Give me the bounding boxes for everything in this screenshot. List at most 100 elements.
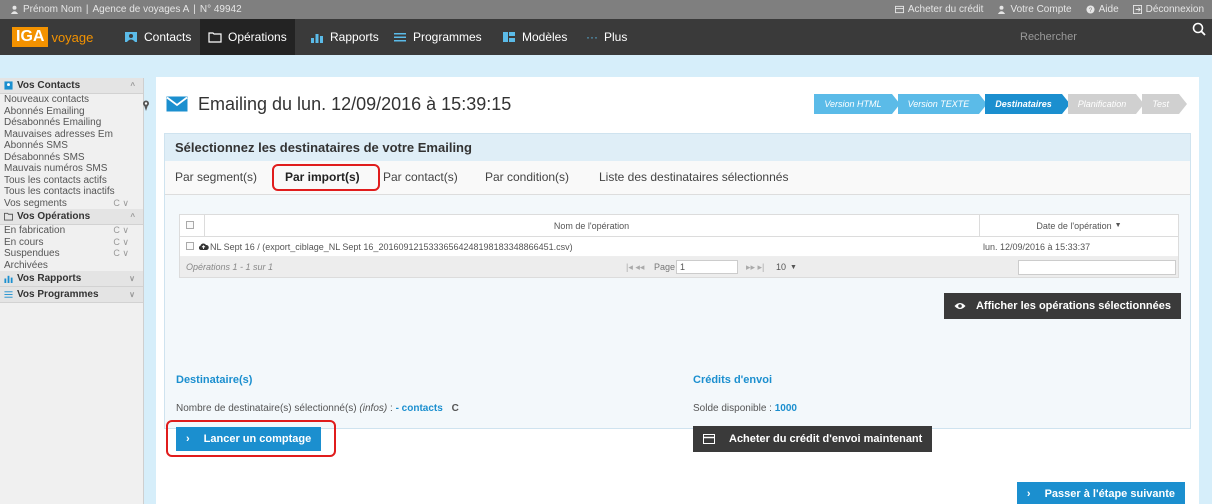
sidebar-item[interactable]: Désabonnés Emailing	[0, 117, 143, 129]
more-icon: ···	[586, 30, 598, 44]
refresh-chevron-icon[interactable]: C ∨	[113, 225, 129, 237]
sidebar-item-segments[interactable]: Vos segments C ∨	[0, 198, 143, 210]
sidebar-item-label: En fabrication	[4, 225, 66, 236]
sidebar-item[interactable]: Nouveaux contacts	[0, 94, 143, 106]
refresh-chevron-icon[interactable]: C ∨	[113, 237, 129, 249]
nav-plus[interactable]: ··· Plus	[578, 19, 635, 55]
selection-header: Sélectionnez les destinataires de votre …	[165, 134, 1190, 161]
nav-modeles[interactable]: Modèles	[494, 19, 575, 55]
user-info: Prénom Nom | Agence de voyages A | N° 49…	[10, 4, 242, 15]
sidebar-rapports-header[interactable]: Vos Rapports ∨	[0, 271, 143, 287]
tab-contacts[interactable]: Par contact(s)	[383, 170, 458, 184]
pin-icon[interactable]	[142, 100, 150, 111]
step-planning: Planification	[1067, 94, 1144, 114]
sidebar-item[interactable]: En cours C ∨	[0, 237, 143, 249]
select-all-checkbox[interactable]	[186, 221, 194, 229]
sidebar-item[interactable]: Mauvaises adresses Em	[0, 129, 143, 141]
tab-conditions[interactable]: Par condition(s)	[485, 170, 569, 184]
bar-chart-icon	[311, 34, 323, 43]
top-bar: Prénom Nom | Agence de voyages A | N° 49…	[0, 0, 1212, 19]
folder-icon	[208, 32, 222, 43]
step-test: Test	[1142, 94, 1187, 114]
svg-text:?: ?	[1088, 7, 1092, 14]
nav-rapports-label: Rapports	[330, 30, 379, 44]
logo[interactable]: IGA voyage	[12, 27, 93, 47]
page-number[interactable]: 1	[676, 260, 738, 274]
per-page-value: 10	[776, 262, 787, 272]
table-row[interactable]: NL Sept 16 / (export_ciblage_NL Sept 16_…	[180, 237, 1178, 257]
refresh-chevron-icon[interactable]: C ∨	[113, 248, 129, 260]
buy-credit-link[interactable]: Acheter du crédit	[894, 4, 983, 15]
sidebar-item[interactable]: Archivées	[0, 260, 143, 272]
contacts-count-link[interactable]: - contacts	[396, 403, 443, 414]
nav-rapports[interactable]: Rapports	[302, 19, 387, 55]
sidebar-programmes-title: Vos Programmes	[17, 289, 99, 300]
sidebar-rapports-title: Vos Rapports	[17, 273, 82, 284]
pager-page-input[interactable]: 1	[676, 257, 738, 277]
sidebar: Vos Contacts ^ Nouveaux contacts Abonnés…	[0, 78, 144, 504]
chevron-up-icon[interactable]: ^	[130, 212, 135, 221]
recipients-count-label: Nombre de destinataire(s) sélectionné(s)	[176, 403, 357, 414]
tab-segments[interactable]: Par segment(s)	[175, 170, 257, 184]
buy-credits-button[interactable]: Acheter du crédit d'envoi maintenant	[693, 426, 933, 452]
sidebar-item[interactable]: Désabonnés SMS	[0, 152, 143, 164]
show-selected-operations-button[interactable]: Afficher les opérations sélectionnées	[943, 293, 1181, 319]
user-icon	[10, 5, 19, 14]
chevron-down-icon[interactable]: ∨	[129, 290, 135, 299]
nav-plus-label: Plus	[604, 30, 628, 44]
eye-icon	[954, 303, 966, 309]
sidebar-item[interactable]: En fabrication C ∨	[0, 225, 143, 237]
account-label: Votre Compte	[1010, 4, 1072, 15]
sidebar-operations-header[interactable]: Vos Opérations ^	[0, 209, 143, 225]
operation-date: lun. 12/09/2016 à 15:33:37	[983, 241, 1091, 252]
cloud-upload-icon	[198, 243, 209, 250]
refresh-chevron-icon[interactable]: C ∨	[113, 198, 129, 210]
help-link[interactable]: ? Aide	[1086, 4, 1119, 15]
per-page-select[interactable]: 10 ▼	[776, 257, 797, 277]
sidebar-contacts-header[interactable]: Vos Contacts ^	[0, 78, 143, 94]
balance-label: Solde disponible	[693, 403, 767, 414]
contacts-icon	[125, 32, 137, 42]
card-icon	[894, 5, 904, 14]
col-date-label: Date de l'opération	[1036, 220, 1112, 231]
search-input[interactable]: Rechercher	[1014, 27, 1200, 47]
date-filter-input[interactable]	[1018, 259, 1176, 275]
nav-contacts[interactable]: Contacts	[116, 19, 199, 55]
search-icon[interactable]	[1192, 22, 1206, 36]
step-text[interactable]: Version TEXTE	[897, 94, 987, 114]
sidebar-item[interactable]: Mauvais numéros SMS	[0, 163, 143, 175]
col-name-header[interactable]: Nom de l'opération	[204, 215, 979, 236]
chevron-up-icon[interactable]: ^	[130, 81, 135, 90]
highlight-box	[166, 420, 336, 457]
nav-operations[interactable]: Opérations	[200, 19, 295, 55]
sidebar-contacts-title: Vos Contacts	[17, 80, 81, 91]
sidebar-item-label: Suspendues	[4, 248, 60, 259]
account-link[interactable]: Votre Compte	[997, 4, 1072, 15]
pager-next-last[interactable]: ▸▸ ▸|	[746, 257, 764, 277]
sidebar-programmes-header[interactable]: Vos Programmes ∨	[0, 287, 143, 303]
next-step-button[interactable]: › Passer à l'étape suivante	[1016, 482, 1185, 504]
row-checkbox[interactable]	[186, 242, 194, 250]
sidebar-item[interactable]: Abonnés Emailing	[0, 106, 143, 118]
date-filter[interactable]	[1018, 257, 1176, 277]
balance-line: Solde disponible : 1000	[693, 403, 797, 414]
sidebar-operations-title: Vos Opérations	[17, 211, 91, 222]
refresh-icon[interactable]: C	[452, 403, 459, 414]
tab-selected-list[interactable]: Liste des destinataires sélectionnés	[599, 170, 788, 184]
nav-programmes-label: Programmes	[413, 30, 482, 44]
pager-first-prev[interactable]: |◂ ◂◂	[626, 257, 644, 277]
lines-icon	[394, 33, 406, 42]
sidebar-item[interactable]: Tous les contacts inactifs	[0, 186, 143, 198]
logout-link[interactable]: Déconnexion	[1132, 4, 1204, 15]
mail-icon	[166, 96, 188, 112]
sidebar-item[interactable]: Abonnés SMS	[0, 140, 143, 152]
sidebar-item[interactable]: Tous les contacts actifs	[0, 175, 143, 187]
step-recipients[interactable]: Destinataires	[985, 94, 1070, 114]
recipients-infos-link[interactable]: (infos)	[359, 403, 387, 414]
step-html[interactable]: Version HTML	[814, 94, 900, 114]
sidebar-item[interactable]: Suspendues C ∨	[0, 248, 143, 260]
operations-table: Nom de l'opération Date de l'opération ▼…	[179, 214, 1179, 278]
chevron-down-icon[interactable]: ∨	[129, 274, 135, 283]
col-date-header[interactable]: Date de l'opération ▼	[979, 215, 1179, 236]
nav-programmes[interactable]: Programmes	[385, 19, 490, 55]
